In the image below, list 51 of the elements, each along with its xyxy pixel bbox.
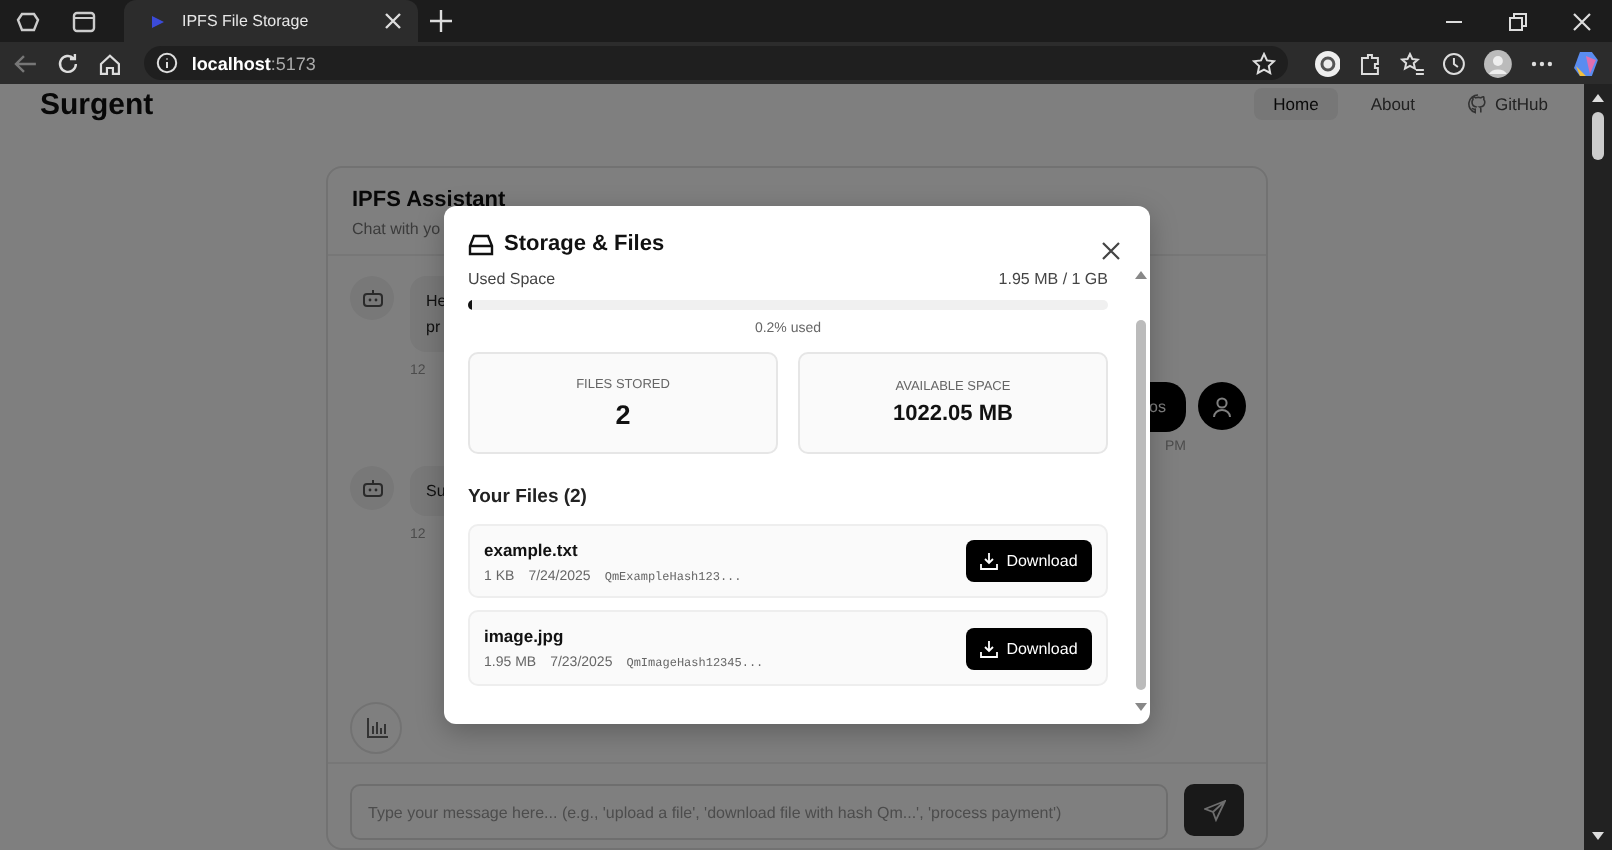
download-icon <box>980 552 999 570</box>
file-name: example.txt <box>484 539 580 559</box>
history-icon[interactable] <box>1442 51 1467 75</box>
scroll-thumb[interactable] <box>1135 320 1145 690</box>
scrollbar[interactable] <box>1584 84 1612 850</box>
chat-title: IPFS Assistant <box>352 188 508 212</box>
github-icon <box>1467 94 1488 114</box>
workspaces-icon[interactable] <box>16 9 40 33</box>
close-icon[interactable] <box>1101 242 1119 260</box>
profile-icon[interactable] <box>1484 49 1513 77</box>
stat-value: 2 <box>615 399 631 429</box>
send-button[interactable] <box>1184 784 1244 836</box>
new-tab-icon[interactable] <box>430 10 452 32</box>
bar-chart-icon <box>365 718 387 738</box>
reload-icon[interactable] <box>55 51 80 75</box>
restore-icon[interactable] <box>1508 11 1528 31</box>
nav-link[interactable]: About <box>1350 88 1436 120</box>
browser-tab[interactable]: IPFS File Storage <box>124 0 418 42</box>
favorites-icon[interactable] <box>1400 51 1425 75</box>
extensions-icon[interactable] <box>1358 51 1383 75</box>
used-space-value: 1.95 MB / 1 GB <box>998 270 1108 288</box>
info-icon <box>155 52 178 74</box>
brand-title: Surgent <box>40 87 154 121</box>
bot-icon <box>361 478 383 498</box>
drive-icon <box>468 233 494 255</box>
star-icon[interactable] <box>1251 51 1276 75</box>
tab-actions-icon[interactable] <box>72 9 96 33</box>
scrollbar[interactable] <box>1133 270 1147 712</box>
more-icon[interactable] <box>1530 59 1555 67</box>
chat-subtitle: Chat with yo <box>352 220 443 238</box>
download-icon <box>980 639 999 657</box>
extension-icon[interactable] <box>1313 49 1341 77</box>
dialog-title: Storage & Files <box>504 232 665 256</box>
stats-button[interactable] <box>350 702 402 754</box>
bot-icon <box>361 288 383 308</box>
favicon-icon <box>148 11 168 31</box>
scroll-down-icon[interactable] <box>1590 830 1606 842</box>
home-icon[interactable] <box>97 51 122 75</box>
copilot-icon[interactable] <box>1572 49 1601 77</box>
nav-link[interactable]: Home <box>1253 88 1339 120</box>
user-icon <box>1212 395 1232 417</box>
download-button[interactable]: Download <box>966 627 1092 669</box>
stat-value: 1022.05 MB <box>893 402 1013 426</box>
file-name: image.jpg <box>484 626 566 646</box>
nav-link[interactable]: GitHub <box>1447 88 1568 120</box>
address-field[interactable]: localhost:5173 <box>143 46 1288 80</box>
scroll-up-icon[interactable] <box>1590 92 1606 104</box>
send-icon <box>1203 799 1225 821</box>
scroll-thumb[interactable] <box>1592 112 1604 160</box>
download-button[interactable]: Download <box>966 540 1092 582</box>
back-icon[interactable] <box>14 51 38 75</box>
